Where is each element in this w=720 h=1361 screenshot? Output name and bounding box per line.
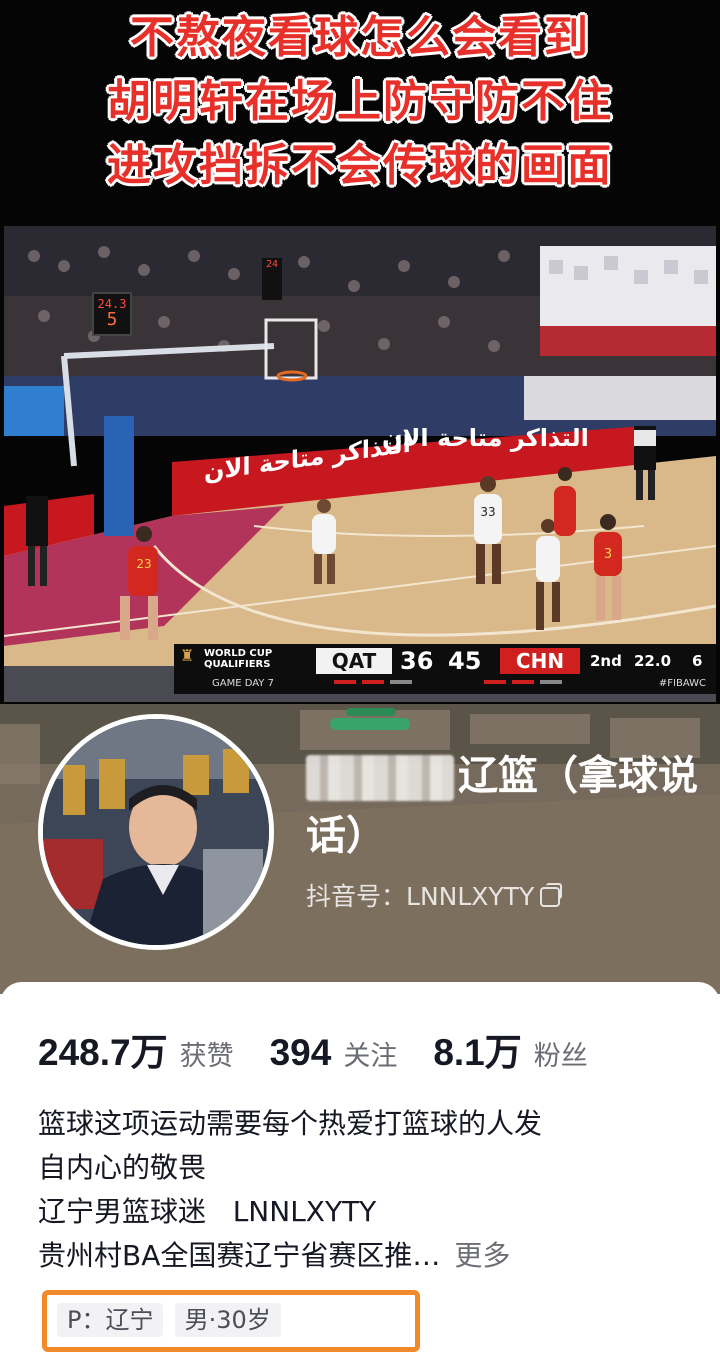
tag-location: P：辽宁 xyxy=(57,1303,164,1337)
bio-line-4-text: 贵州村BA全国赛辽宁省赛区推… xyxy=(38,1239,441,1272)
event-label: ♜ WORLD CUP QUALIFIERS xyxy=(180,646,273,671)
profile-tags-highlight: P：辽宁 男·30岁 xyxy=(42,1290,420,1352)
stat-following-value: 394 xyxy=(269,1032,332,1073)
avatar-photo xyxy=(43,719,269,945)
game-day: GAME DAY 7 xyxy=(212,678,274,689)
stat-following-label: 关注 xyxy=(343,1041,398,1072)
team-fouls: 6 xyxy=(692,652,703,670)
bio-line-2: 自内心的敬畏 xyxy=(38,1151,207,1184)
video-panel[interactable]: 不熬夜看球怎么会看到 胡明轩在场上防守防不住 进攻挡拆不会传球的画面 33 3 … xyxy=(0,0,720,704)
jersey-33: 33 xyxy=(480,505,495,519)
team-home: QAT xyxy=(316,648,392,674)
score-away: 45 xyxy=(448,647,482,675)
tag-gender-age: 男·30岁 xyxy=(174,1303,281,1337)
stat-likes-value: 248.7万 xyxy=(38,1032,168,1073)
score-home: 36 xyxy=(400,647,434,675)
game-frame: 33 3 23 التذاكر متاحة الان التذاكر متاحة… xyxy=(4,226,716,702)
timeout-bars xyxy=(334,680,562,684)
led-ad-right: التذاكر متاحة الان xyxy=(382,424,589,452)
profile-stats: 248.7万 获赞 394 关注 8.1万 粉丝 xyxy=(38,1022,624,1073)
video-headline: 不熬夜看球怎么会看到 胡明轩在场上防守防不住 进攻挡拆不会传球的画面 xyxy=(0,6,720,198)
shot-clock-seconds: 5 xyxy=(106,309,118,330)
shot-clock: 24.3 5 xyxy=(92,292,132,336)
jersey-23: 23 xyxy=(136,557,151,571)
copy-icon[interactable] xyxy=(540,883,563,907)
douyin-id-row: 抖音号：LNNLXYTY xyxy=(306,880,563,914)
stat-followers[interactable]: 8.1万 粉丝 xyxy=(433,1022,587,1076)
profile-card: 248.7万 获赞 394 关注 8.1万 粉丝 篮球这项运动需要每个热爱打篮球… xyxy=(0,982,720,1361)
profile-avatar[interactable] xyxy=(38,714,274,950)
fiba-hashtag: #FIBAWC xyxy=(658,678,706,689)
profile-name: 辽篮（拿球说话） xyxy=(306,746,706,866)
stat-following[interactable]: 394 关注 xyxy=(270,1032,398,1074)
shot-clock-far: 24 xyxy=(262,258,282,300)
profile-header: 辽篮（拿球说话） 抖音号：LNNLXYTY xyxy=(0,704,720,994)
headline-line-3: 进攻挡拆不会传球的画面 xyxy=(107,140,613,191)
stat-likes-label: 获赞 xyxy=(179,1041,234,1072)
team-away: CHN xyxy=(500,648,580,674)
bio-line-1: 篮球这项运动需要每个热爱打篮球的人发 xyxy=(38,1107,543,1140)
headline-line-1: 不熬夜看球怎么会看到 xyxy=(130,12,590,63)
stat-followers-value: 8.1万 xyxy=(433,1032,522,1073)
bio-line-3: 辽宁男篮球迷 LNNLXYTY xyxy=(38,1195,377,1228)
scoreboard: ♜ WORLD CUP QUALIFIERS QAT 36 45 CHN 2nd… xyxy=(174,644,716,694)
stat-followers-label: 粉丝 xyxy=(533,1041,588,1072)
bio-line-4: 贵州村BA全国赛辽宁省赛区推… 更多 xyxy=(38,1234,688,1278)
name-mosaic xyxy=(306,755,454,801)
trophy-icon: ♜ xyxy=(180,646,195,665)
douyin-id-value: LNNLXYTY xyxy=(406,882,535,911)
bio-more-button[interactable]: 更多 xyxy=(454,1239,510,1272)
game-period: 2nd xyxy=(590,652,622,670)
jersey-3: 3 xyxy=(604,547,612,562)
headline-line-2: 胡明轩在场上防守防不住 xyxy=(107,76,613,127)
stat-likes[interactable]: 248.7万 获赞 xyxy=(38,1022,234,1076)
douyin-id-label: 抖音号： xyxy=(306,882,407,911)
profile-bio: 篮球这项运动需要每个热爱打篮球的人发 自内心的敬畏 辽宁男篮球迷 LNNLXYT… xyxy=(38,1102,688,1278)
game-clock: 22.0 xyxy=(634,652,672,670)
